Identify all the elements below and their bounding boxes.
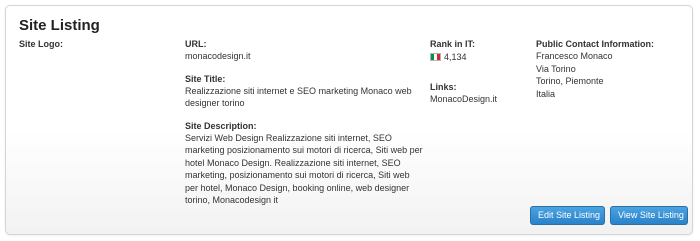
site-title-block: Site Title: Realizzazione siti internet … (185, 74, 425, 110)
url-value: monacodesign.it (185, 51, 251, 61)
rank-section: Rank in IT: 4,134 Links: MonacoDesign.it (430, 39, 520, 104)
view-site-listing-button[interactable]: View Site Listing (610, 206, 688, 225)
italy-flag-icon (430, 53, 441, 62)
rank-value: 4,134 (444, 52, 467, 62)
links-label: Links: (430, 82, 457, 92)
rank-row: 4,134 (430, 51, 520, 64)
url-label: URL: (185, 39, 207, 49)
site-title-label: Site Title: (185, 73, 226, 84)
contact-line: Italia (536, 88, 556, 99)
site-title-value: Realizzazione siti internet e SEO market… (185, 85, 412, 109)
rank-label: Rank in IT: (430, 39, 476, 49)
contact-line: Via Torino (536, 63, 576, 74)
site-description-label: Site Description: (185, 120, 257, 131)
contact-line: Francesco Monaco (536, 51, 613, 61)
contact-section: Public Contact Information: Francesco Mo… (536, 39, 686, 100)
links-block: Links: MonacoDesign.it (430, 82, 497, 106)
links-value: MonacoDesign.it (430, 94, 498, 104)
site-logo-section: Site Logo: (19, 39, 63, 50)
contact-line: Torino, Piemonte (536, 76, 604, 86)
contact-label: Public Contact Information: (536, 39, 654, 49)
panel-title: Site Listing (19, 17, 100, 34)
site-description-value: Servizi Web Design Realizzazione siti in… (185, 132, 423, 206)
site-description-block: Site Description: Servizi Web Design Rea… (185, 121, 425, 207)
flag-stripe-red (437, 54, 440, 61)
edit-site-listing-button[interactable]: Edit Site Listing (530, 206, 605, 225)
url-block: URL: monacodesign.it (185, 39, 425, 63)
site-listing-panel: Site Listing Site Logo: URL: monacodesig… (5, 5, 693, 235)
site-details-section: URL: monacodesign.it Site Title: Realizz… (185, 39, 425, 218)
site-logo-label: Site Logo: (19, 39, 63, 49)
